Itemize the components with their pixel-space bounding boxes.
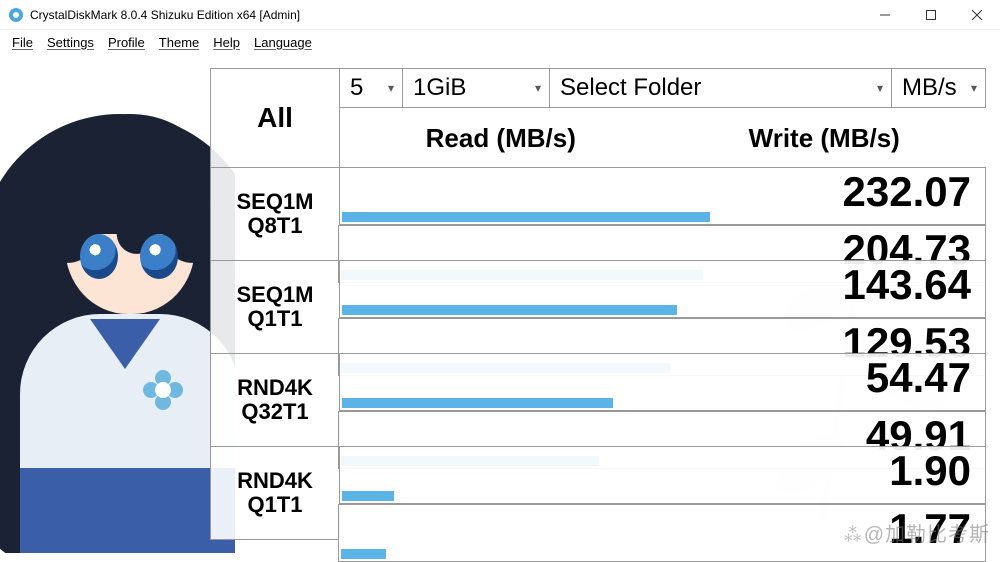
- read-bar: [342, 398, 613, 408]
- folder-select[interactable]: Select Folder ▾: [549, 68, 892, 108]
- read-bar: [342, 212, 710, 222]
- test-label-line2: Q1T1: [247, 307, 302, 331]
- test-label-line1: RND4K: [237, 376, 313, 400]
- read-bar: [342, 305, 677, 315]
- read-value: 54.47: [866, 354, 971, 402]
- run-all-button[interactable]: All: [210, 68, 340, 168]
- test-label-line1: RND4K: [237, 469, 313, 493]
- read-header: Read (MB/s): [339, 108, 663, 168]
- run-all-label: All: [257, 103, 293, 134]
- test-button-seq1m-q8t1[interactable]: SEQ1M Q8T1: [210, 167, 340, 261]
- window-controls: [862, 0, 1000, 30]
- chevron-down-icon: ▾: [877, 81, 883, 95]
- app-icon: [8, 7, 24, 23]
- test-label-line2: Q8T1: [247, 214, 302, 238]
- unit-select[interactable]: MB/s ▾: [891, 68, 986, 108]
- read-value: 232.07: [843, 168, 971, 216]
- test-label-line2: Q1T1: [247, 493, 302, 517]
- read-value-cell: 143.64: [339, 260, 986, 318]
- test-button-rnd4k-q32t1[interactable]: RND4K Q32T1: [210, 353, 340, 447]
- read-value-cell: 232.07: [339, 167, 986, 225]
- paw-icon: ⁂: [843, 524, 864, 546]
- menu-theme[interactable]: Theme: [153, 33, 205, 52]
- folder-value: Select Folder: [560, 74, 701, 102]
- titlebar: CrystalDiskMark 8.0.4 Shizuku Edition x6…: [0, 0, 1000, 30]
- menu-file[interactable]: File: [6, 33, 39, 52]
- test-button-seq1m-q1t1[interactable]: SEQ1M Q1T1: [210, 260, 340, 354]
- menu-profile[interactable]: Profile: [102, 33, 151, 52]
- count-select[interactable]: 5 ▾: [339, 68, 403, 108]
- read-value: 143.64: [843, 261, 971, 309]
- content-area: All 5 ▾ 1GiB ▾ Select Folder ▾: [0, 54, 1000, 553]
- read-value-cell: 54.47: [339, 353, 986, 411]
- watermark-text: ⁂@加勒比考斯: [843, 518, 990, 547]
- test-button-rnd4k-q1t1[interactable]: RND4K Q1T1: [210, 446, 340, 540]
- window-title: CrystalDiskMark 8.0.4 Shizuku Edition x6…: [30, 8, 862, 22]
- menu-language[interactable]: Language: [248, 33, 318, 52]
- benchmark-grid: All 5 ▾ 1GiB ▾ Select Folder ▾: [210, 68, 986, 540]
- chevron-down-icon: ▾: [388, 81, 394, 95]
- write-bar: [341, 549, 386, 559]
- count-value: 5: [350, 74, 363, 102]
- menubar: File Settings Profile Theme Help Languag…: [0, 30, 1000, 54]
- size-select[interactable]: 1GiB ▾: [402, 68, 550, 108]
- unit-value: MB/s: [902, 74, 957, 102]
- test-label-line1: SEQ1M: [236, 190, 313, 214]
- maximize-button[interactable]: [908, 0, 954, 30]
- shizuku-character-image: [0, 54, 235, 553]
- read-bar: [342, 491, 394, 501]
- minimize-button[interactable]: [862, 0, 908, 30]
- size-value: 1GiB: [413, 74, 466, 102]
- write-header: Write (MB/s): [663, 108, 987, 168]
- menu-help[interactable]: Help: [207, 33, 246, 52]
- read-value-cell: 1.90: [339, 446, 986, 504]
- menu-settings[interactable]: Settings: [41, 33, 100, 52]
- close-button[interactable]: [954, 0, 1000, 30]
- test-label-line2: Q32T1: [241, 400, 308, 424]
- chevron-down-icon: ▾: [535, 81, 541, 95]
- read-value: 1.90: [889, 447, 971, 495]
- chevron-down-icon: ▾: [971, 81, 977, 95]
- test-label-line1: SEQ1M: [236, 283, 313, 307]
